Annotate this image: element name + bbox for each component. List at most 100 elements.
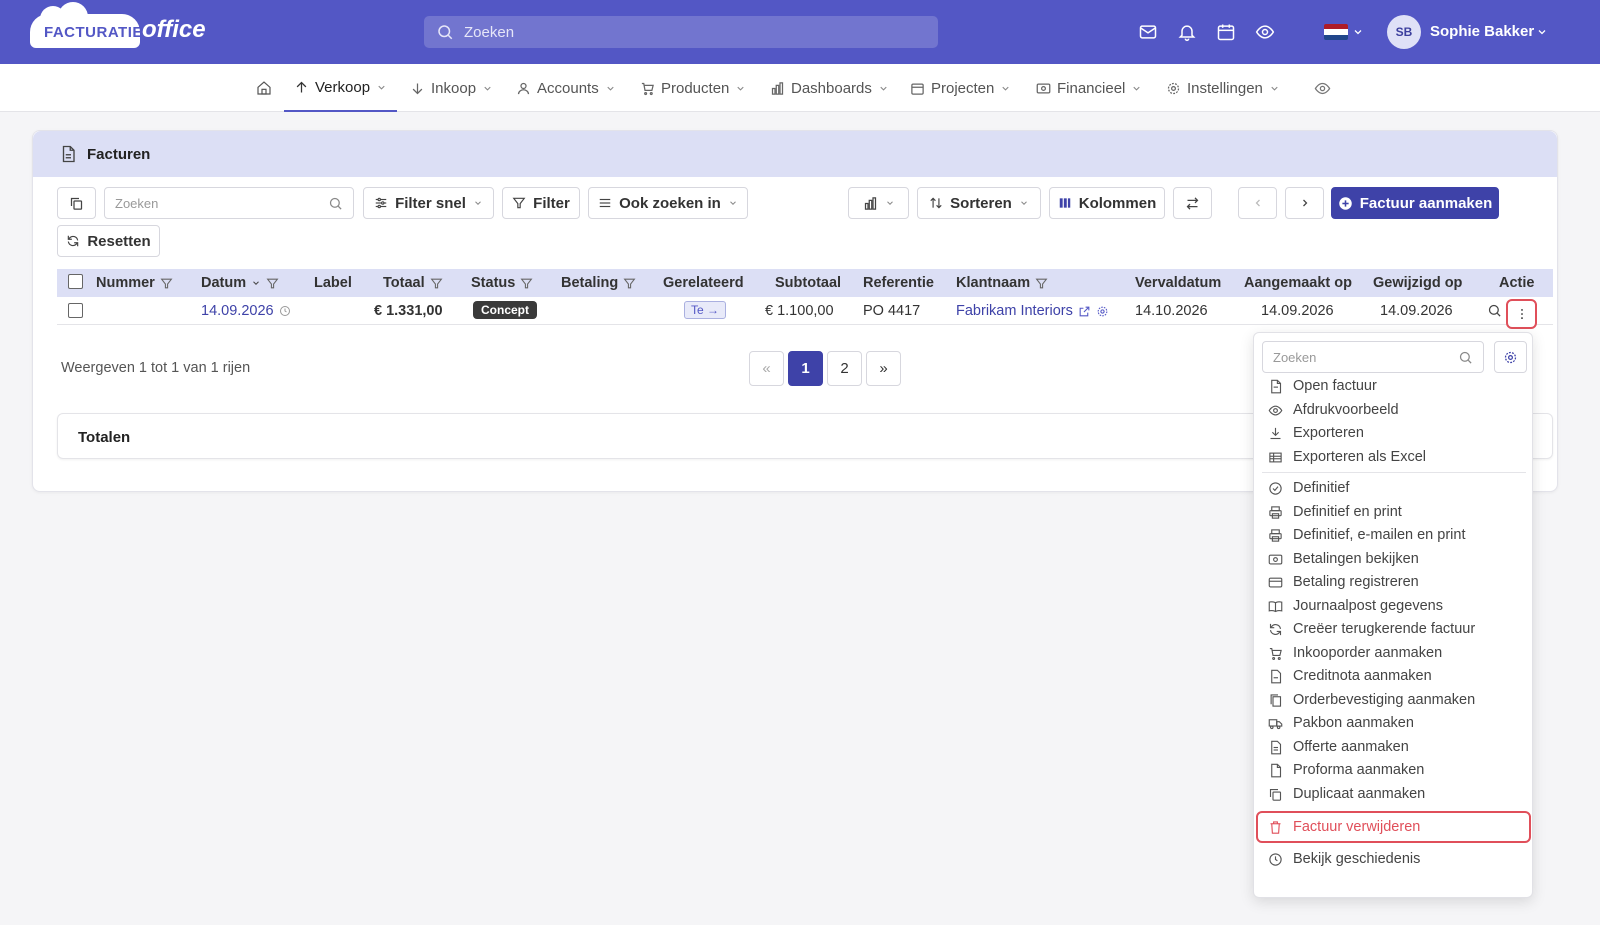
nav-accounts[interactable]: Accounts	[516, 64, 616, 112]
menu-journal-entry[interactable]: Journaalpost gegevens	[1268, 595, 1443, 617]
menu-create-quote[interactable]: Offerte aanmaken	[1268, 736, 1409, 758]
nav-preview[interactable]	[1314, 64, 1331, 112]
filter-icon[interactable]	[520, 277, 533, 290]
bell-icon[interactable]	[1177, 22, 1197, 42]
nav-verkoop[interactable]: Verkoop	[284, 64, 398, 112]
cell-vervaldatum: 14.10.2026	[1135, 303, 1208, 319]
chevron-down-icon[interactable]	[1352, 26, 1364, 38]
menu-print-preview[interactable]: Afdrukvoorbeeld	[1268, 399, 1399, 421]
col-betaling[interactable]: Betaling	[561, 275, 636, 291]
refresh-icon	[1269, 623, 1282, 635]
col-klantnaam[interactable]: Klantnaam	[956, 275, 1048, 291]
menu-create-credit-note[interactable]: Creditnota aanmaken	[1268, 665, 1432, 687]
row-search-button[interactable]	[1487, 303, 1502, 318]
nav-projecten[interactable]: Projecten	[910, 64, 1011, 112]
menu-create-packing-slip[interactable]: Pakbon aanmaken	[1268, 712, 1414, 734]
menu-view-history[interactable]: Bekijk geschiedenis	[1268, 848, 1420, 870]
menu-export-excel[interactable]: Exporteren als Excel	[1268, 446, 1426, 468]
row-checkbox[interactable]	[68, 303, 83, 318]
filter-icon[interactable]	[266, 277, 279, 290]
menu-create-proforma[interactable]: Proforma aanmaken	[1268, 759, 1424, 781]
page-2-button[interactable]: 2	[827, 351, 862, 386]
chevron-down-icon[interactable]	[1536, 26, 1548, 38]
filter-icon[interactable]	[160, 277, 173, 290]
filter-quick-button[interactable]: Filter snel	[363, 187, 494, 219]
prev-page-button[interactable]	[1238, 187, 1277, 219]
select-all-checkbox[interactable]	[68, 274, 83, 289]
dropdown-search[interactable]	[1262, 341, 1484, 373]
related-button[interactable]: Te →	[684, 301, 727, 319]
last-page-button[interactable]: »	[866, 351, 901, 386]
menu-recurring-invoice[interactable]: Creëer terugkerende factuur	[1268, 618, 1475, 640]
menu-register-payment[interactable]: Betaling registreren	[1268, 571, 1419, 593]
nav-financieel[interactable]: Financieel	[1036, 64, 1142, 112]
col-gewijzigd[interactable]: Gewijzigd op	[1373, 275, 1462, 291]
dropdown-search-input[interactable]	[1273, 342, 1453, 372]
col-label[interactable]: Label	[314, 275, 352, 291]
language-flag-icon[interactable]	[1324, 24, 1348, 40]
col-datum[interactable]: Datum	[201, 275, 279, 291]
filter-icon[interactable]	[430, 277, 443, 290]
col-referentie[interactable]: Referentie	[863, 275, 934, 291]
page-title: Facturen	[87, 146, 151, 163]
page-1-button[interactable]: 1	[788, 351, 823, 386]
menu-create-purchase-order[interactable]: Inkooporder aanmaken	[1268, 642, 1442, 664]
filter-icon[interactable]	[1035, 277, 1048, 290]
cart-icon	[641, 82, 654, 95]
menu-view-payments[interactable]: Betalingen bekijken	[1268, 548, 1419, 570]
copy-button[interactable]	[57, 187, 96, 219]
table-search[interactable]	[104, 187, 354, 219]
user-name[interactable]: Sophie Bakker	[1430, 23, 1534, 40]
nav-producten[interactable]: Producten	[640, 64, 746, 112]
col-totaal[interactable]: Totaal	[383, 275, 443, 291]
gear-icon[interactable]	[1096, 305, 1109, 318]
chart-button[interactable]	[848, 187, 909, 219]
arrow-up-icon	[296, 81, 307, 92]
first-page-button[interactable]: «	[749, 351, 784, 386]
menu-create-duplicate[interactable]: Duplicaat aanmaken	[1268, 783, 1425, 805]
global-search-input[interactable]	[464, 16, 924, 48]
global-search[interactable]	[424, 16, 938, 48]
filter-icon[interactable]	[623, 277, 636, 290]
table-search-input[interactable]	[115, 188, 315, 218]
create-invoice-button[interactable]: Factuur aanmaken	[1331, 187, 1499, 219]
search-also-button[interactable]: Ook zoeken in	[588, 187, 748, 219]
menu-delete-invoice[interactable]: Factuur verwijderen	[1268, 816, 1420, 838]
avatar[interactable]: SB	[1387, 15, 1421, 49]
next-page-button[interactable]	[1285, 187, 1324, 219]
col-gerelateerd[interactable]: Gerelateerd	[663, 275, 744, 291]
eye-icon[interactable]	[1255, 22, 1275, 42]
reset-button[interactable]: Resetten	[57, 225, 160, 257]
table-row[interactable]: 14.09.2026 € 1.331,00 Concept Te → € 1.1…	[57, 297, 1553, 325]
menu-finalize-print[interactable]: Definitief en print	[1268, 501, 1402, 523]
money-icon	[1036, 83, 1051, 93]
filter-button[interactable]: Filter	[502, 187, 580, 219]
menu-create-order-confirmation[interactable]: Orderbevestiging aanmaken	[1268, 689, 1475, 711]
menu-open-invoice[interactable]: Open factuur	[1268, 375, 1377, 397]
dropdown-settings-button[interactable]	[1494, 341, 1527, 373]
mail-icon[interactable]	[1138, 22, 1158, 42]
columns-button[interactable]: Kolommen	[1049, 187, 1165, 219]
trash-icon	[1270, 820, 1281, 834]
sort-icon	[930, 197, 942, 209]
calendar-icon[interactable]	[1216, 22, 1236, 42]
col-aangemaakt[interactable]: Aangemaakt op	[1244, 275, 1352, 291]
menu-export[interactable]: Exporteren	[1268, 422, 1364, 444]
nav-dashboards[interactable]: Dashboards	[770, 64, 889, 112]
col-vervaldatum[interactable]: Vervaldatum	[1135, 275, 1221, 291]
nav-instellingen[interactable]: Instellingen	[1166, 64, 1280, 112]
col-subtotaal[interactable]: Subtotaal	[775, 275, 841, 291]
nav-inkoop[interactable]: Inkoop	[410, 64, 493, 112]
row-actions-button[interactable]	[1506, 299, 1537, 329]
cell-klantnaam[interactable]: Fabrikam Interiors	[956, 303, 1109, 319]
external-link-icon[interactable]	[1078, 305, 1091, 318]
nav-home[interactable]	[256, 64, 272, 112]
logo[interactable]: FACTURATIE office	[30, 2, 210, 52]
col-nummer[interactable]: Nummer	[96, 275, 173, 291]
col-status[interactable]: Status	[471, 275, 533, 291]
menu-finalize[interactable]: Definitief	[1268, 477, 1349, 499]
sort-button[interactable]: Sorteren	[917, 187, 1041, 219]
swap-button[interactable]	[1173, 187, 1212, 219]
menu-finalize-email-print[interactable]: Definitief, e-mailen en print	[1268, 524, 1465, 546]
file-text-icon	[1271, 740, 1282, 754]
